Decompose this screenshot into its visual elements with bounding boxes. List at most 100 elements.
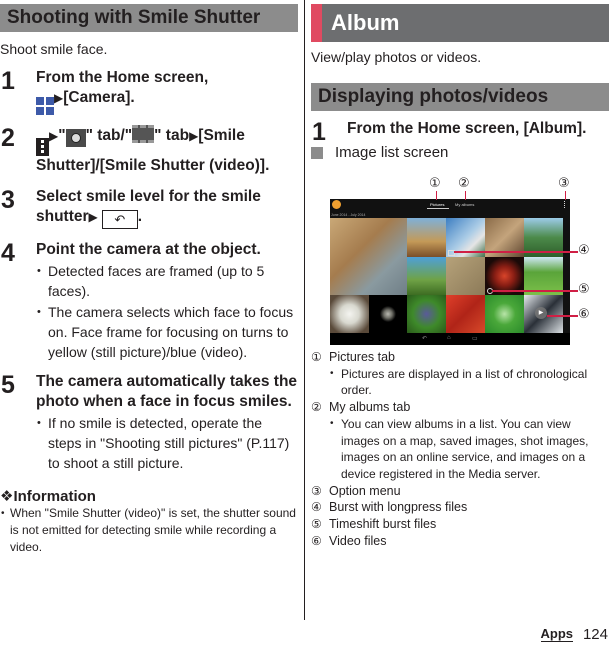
photo-thumbnail[interactable] (485, 295, 524, 333)
screen-label: Image list screen (311, 144, 609, 161)
legend-number: ⑤ (311, 517, 322, 532)
callout-line (565, 191, 566, 200)
step-title: The camera automatically takes the photo… (36, 373, 298, 410)
callout-line (454, 251, 578, 253)
step-3: 3 Select smile level for the smile shutt… (0, 185, 298, 229)
arrow-icon: ▶ (189, 129, 199, 143)
legend-number: ⑥ (311, 533, 322, 548)
back-icon[interactable]: ↶ (422, 335, 427, 342)
legend-item: ① Pictures tab (311, 349, 609, 366)
photo-thumbnail[interactable] (407, 218, 446, 257)
step-text: [Camera]. (63, 89, 135, 106)
square-bullet-icon (311, 146, 323, 159)
play-icon[interactable]: ▶ (535, 307, 547, 319)
step-number: 4 (1, 239, 15, 267)
callout-legend: ① Pictures tab Pictures are displayed in … (311, 349, 609, 549)
album-screenshot: Pictures My albums June 2014 - July 2014… (330, 199, 570, 345)
home-icon[interactable]: ⌂ (447, 335, 451, 341)
bullet-item: If no smile is detected, operate the ste… (36, 413, 298, 473)
step-text: " tab/" (85, 127, 133, 144)
callout-2: ② (458, 176, 470, 191)
legend-number: ② (311, 400, 322, 415)
callout-3: ③ (558, 176, 570, 191)
callout-line (436, 191, 437, 200)
left-column: Shooting with Smile Shutter Shoot smile … (0, 0, 298, 556)
section-lead: Shoot smile face. (0, 41, 108, 57)
section-lead: View/play photos or videos. (311, 49, 482, 65)
photo-thumbnail[interactable] (330, 295, 369, 333)
section-heading: Album (311, 4, 609, 42)
video-icon (132, 125, 155, 143)
step-1: 1 From the Home screen, [Album]. (311, 118, 609, 146)
section-link-apps[interactable]: Apps (540, 626, 573, 642)
bullet-item: The camera selects which face to focus o… (36, 302, 298, 362)
photo-thumbnail[interactable] (369, 295, 407, 333)
legend-item: ③ Option menu (311, 483, 609, 500)
callout-5: ⑤ (578, 282, 590, 297)
step-text: . (137, 207, 143, 225)
apps-grid-icon (36, 97, 54, 115)
photo-grid: ▶ (330, 218, 570, 333)
photo-thumbnail[interactable] (407, 295, 446, 333)
subsection-heading: Displaying photos/videos (311, 83, 609, 111)
step-number: 5 (1, 371, 15, 399)
recent-apps-icon[interactable]: ▭ (472, 335, 478, 342)
callout-1: ① (429, 176, 441, 191)
legend-label: Timeshift burst files (329, 517, 437, 532)
step-number: 3 (1, 185, 15, 214)
right-column: Album View/play photos or videos. Displa… (311, 0, 609, 161)
callout-6: ⑥ (578, 307, 590, 322)
step-4: 4 Point the camera at the object. Detect… (0, 239, 298, 362)
photo-thumbnail[interactable] (446, 295, 485, 333)
legend-label: My albums tab (329, 400, 411, 415)
legend-item: ⑥ Video files (311, 533, 609, 550)
tab-my-albums[interactable]: My albums (455, 202, 474, 207)
navigation-bar: ↶ ⌂ ▭ (330, 333, 570, 345)
step-number: 1 (1, 67, 15, 95)
step-5: 5 The camera automatically takes the pho… (0, 371, 298, 473)
legend-item: ⑤ Timeshift burst files (311, 516, 609, 533)
callout-line (492, 290, 578, 292)
section-heading: Shooting with Smile Shutter (0, 4, 298, 32)
camera-icon (65, 129, 86, 147)
photo-thumbnail[interactable] (407, 257, 446, 295)
tab-pictures[interactable]: Pictures (426, 202, 450, 209)
column-divider (304, 0, 305, 620)
menu-icon (36, 137, 49, 156)
step-title: Select smile level for the smile shutter… (36, 187, 298, 229)
album-app-icon (332, 200, 341, 209)
arrow-icon: ▶ (49, 129, 59, 143)
step-text: Select smile level for the smile shutter (36, 187, 261, 225)
legend-item: ② My albums tab (311, 399, 609, 416)
legend-item: ④ Burst with longpress files (311, 499, 609, 516)
legend-bullet: You can view albums in a list. You can v… (311, 416, 609, 483)
step-text: " tab (154, 127, 190, 144)
information-heading: ❖Information (0, 488, 96, 505)
step-number: 1 (312, 118, 326, 146)
option-menu-icon[interactable] (564, 201, 566, 208)
information-bullet: When "Smile Shutter (video)" is set, the… (0, 505, 298, 556)
legend-number: ③ (311, 483, 322, 498)
callout-4: ④ (578, 243, 590, 258)
step-2: 2 ▶" " tab/" " tab▶[Smile Shutter]/[Smile … (0, 124, 298, 176)
app-top-bar: Pictures My albums (330, 199, 570, 212)
step-text: " (58, 127, 66, 144)
legend-label: Option menu (329, 483, 401, 498)
step-text: From the Home screen, (36, 69, 209, 86)
arrow-icon: ▶ (54, 91, 64, 105)
legend-bullet: Pictures are displayed in a list of chro… (311, 366, 609, 399)
step-title: ▶" " tab/" " tab▶[Smile Shutter]/[Smile Sh… (36, 125, 298, 176)
callout-line (465, 191, 466, 200)
step-title: Point the camera at the object. (36, 241, 261, 258)
legend-label: Pictures tab (329, 350, 396, 364)
callout-line (547, 315, 578, 317)
step-title: From the Home screen, ▶[Camera]. (36, 68, 298, 115)
legend-label: Video files (329, 533, 387, 548)
date-range: June 2014 - July 2014 (331, 213, 366, 217)
arrow-icon: ▶ (88, 209, 98, 224)
bullet-item: Detected faces are framed (up to 5 faces… (36, 261, 298, 301)
step-title: From the Home screen, [Album]. (347, 120, 587, 137)
photo-thumbnail[interactable] (330, 218, 407, 295)
photo-thumbnail[interactable] (446, 257, 485, 295)
step-1: 1 From the Home screen, ▶[Camera]. (0, 67, 298, 115)
